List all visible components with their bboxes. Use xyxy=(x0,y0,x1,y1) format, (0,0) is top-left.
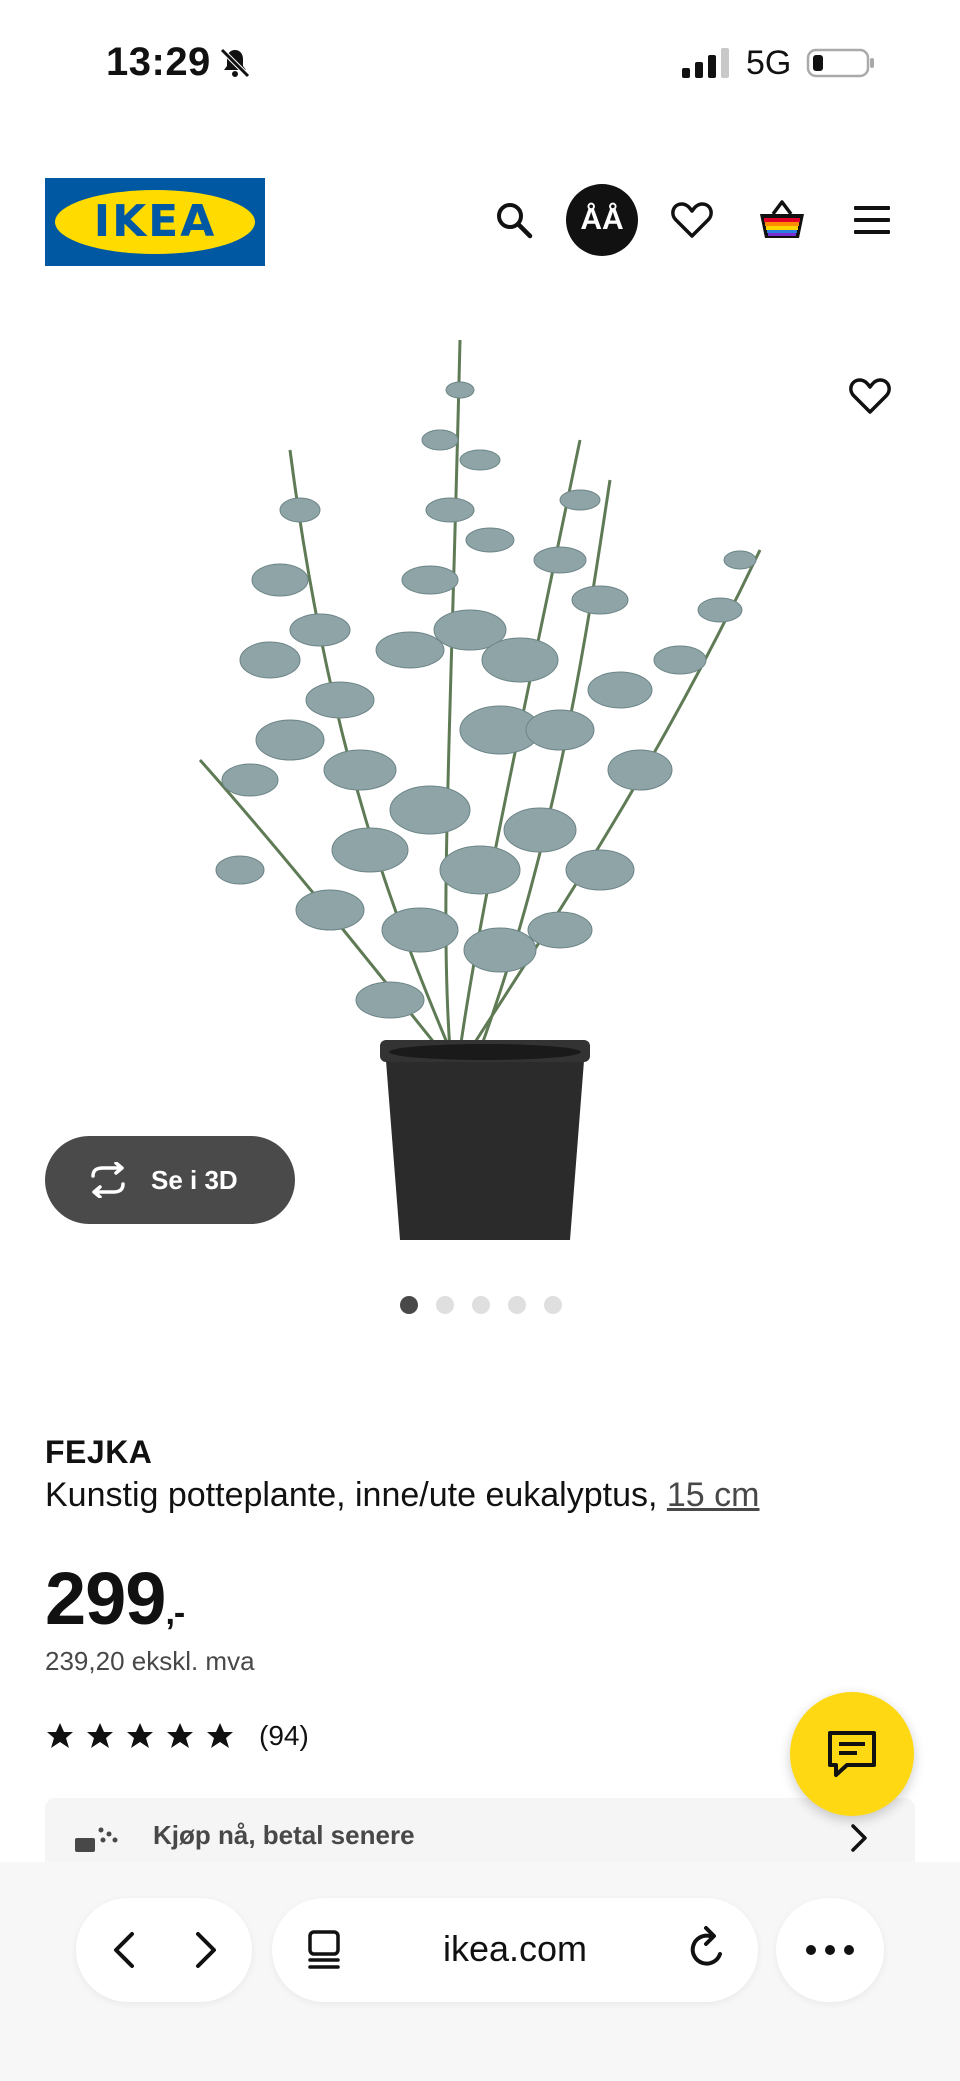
rating-count: (94) xyxy=(259,1720,309,1751)
tabs-icon[interactable] xyxy=(302,1926,348,1974)
search-button[interactable] xyxy=(478,184,550,256)
buy-now-pay-later-row[interactable]: Kjøp nå, betal senere xyxy=(45,1798,915,1862)
more-dots-icon xyxy=(806,1945,854,1955)
gallery-dot[interactable] xyxy=(400,1296,418,1314)
basket-button[interactable] xyxy=(746,184,818,256)
heart-icon xyxy=(671,202,713,238)
product-name: FEJKA xyxy=(45,1434,153,1470)
chat-button[interactable] xyxy=(790,1692,914,1816)
logo-text: IKEA xyxy=(93,196,217,247)
payment-icon xyxy=(75,1827,118,1852)
menu-button[interactable] xyxy=(836,184,908,256)
status-bar: 13:29 5G xyxy=(0,0,960,120)
product-size-link[interactable]: 15 cm xyxy=(667,1476,760,1514)
address-bar[interactable]: ikea.com xyxy=(272,1898,758,2002)
star-icon xyxy=(47,1723,73,1748)
chevron-right-icon xyxy=(851,1824,867,1852)
signal-icon xyxy=(682,48,729,78)
price-excl-vat: 239,20 ekskl. mva xyxy=(45,1646,255,1676)
price-main: 299 xyxy=(45,1557,166,1640)
hamburger-menu-icon xyxy=(854,206,890,234)
site-header: IKEA ÅÅ xyxy=(0,170,960,270)
chat-icon xyxy=(828,1731,876,1777)
view-3d-button[interactable]: Se i 3D xyxy=(45,1136,295,1224)
more-options-button[interactable] xyxy=(776,1898,884,2002)
plant-pot xyxy=(380,1040,590,1240)
url-text[interactable]: ikea.com xyxy=(372,1928,658,1970)
search-icon xyxy=(497,203,533,239)
star-icon xyxy=(127,1723,153,1748)
bnpl-label: Kjøp nå, betal senere xyxy=(153,1820,415,1850)
product-description: Kunstig potteplante, inne/ute eukalyptus… xyxy=(45,1476,759,1515)
reload-icon[interactable] xyxy=(684,1924,732,1974)
gallery-pagination xyxy=(400,1296,562,1316)
gallery-dot[interactable] xyxy=(436,1296,454,1314)
status-time: 13:29 xyxy=(106,40,211,84)
font-size-icon: ÅÅ xyxy=(580,203,624,236)
gallery-dot[interactable] xyxy=(508,1296,526,1314)
product-rating[interactable]: (94) xyxy=(45,1718,309,1754)
basket-icon xyxy=(760,200,804,238)
star-icon xyxy=(207,1723,233,1748)
gallery-dot[interactable] xyxy=(544,1296,562,1314)
font-size-button[interactable]: ÅÅ xyxy=(566,184,638,256)
gallery-dot[interactable] xyxy=(472,1296,490,1314)
product-image[interactable] xyxy=(0,310,960,1270)
network-label: 5G xyxy=(746,44,792,82)
back-arrow-icon[interactable] xyxy=(98,1922,154,1978)
heart-icon xyxy=(849,378,891,414)
browser-toolbar: ikea.com xyxy=(0,1862,960,2081)
rotate-3d-icon xyxy=(91,1162,125,1198)
bell-muted-icon xyxy=(220,48,250,78)
battery-icon xyxy=(806,48,874,78)
product-price: 299,- xyxy=(45,1556,185,1641)
favorite-button[interactable] xyxy=(840,366,900,426)
view-3d-label: Se i 3D xyxy=(151,1164,238,1195)
price-suffix: ,- xyxy=(165,1594,185,1632)
ikea-logo[interactable]: IKEA xyxy=(45,178,265,266)
wishlist-button[interactable] xyxy=(656,184,728,256)
browser-nav-group xyxy=(76,1898,252,2002)
product-description-text: Kunstig potteplante, inne/ute eukalyptus… xyxy=(45,1476,667,1514)
plant-leaves xyxy=(215,381,757,1019)
star-icon xyxy=(87,1723,113,1748)
forward-arrow-icon[interactable] xyxy=(176,1922,232,1978)
star-icon xyxy=(167,1723,193,1748)
